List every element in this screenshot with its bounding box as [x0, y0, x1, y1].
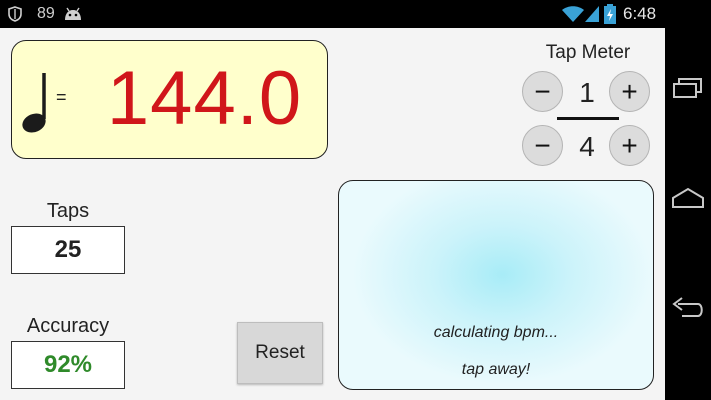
home-button[interactable]: [665, 170, 711, 230]
meter-denominator: 4: [579, 131, 595, 162]
tap-hint-text: tap away!: [461, 361, 531, 378]
navigation-bar: [665, 28, 711, 400]
back-icon: [670, 296, 706, 325]
minus-icon: −: [534, 129, 551, 161]
plus-icon: +: [621, 75, 638, 107]
numerator-plus-button[interactable]: +: [609, 71, 650, 112]
recent-apps-button[interactable]: [665, 60, 711, 120]
clock: 6:48: [623, 4, 657, 23]
accuracy-value: 92%: [11, 341, 125, 389]
notification-count: 89: [37, 5, 55, 22]
denominator-plus-button[interactable]: +: [609, 125, 650, 166]
equals-sign: =: [56, 87, 67, 107]
tempo-panel: = 144.0: [11, 40, 328, 159]
android-icon: [62, 0, 84, 28]
wifi-icon: [561, 0, 585, 28]
taps-label: Taps: [46, 200, 90, 222]
tap-status-text: calculating bpm...: [433, 324, 559, 341]
minus-icon: −: [534, 75, 551, 107]
taps-value: 25: [11, 226, 125, 274]
signal-icon: [584, 0, 600, 28]
bpm-value: 144.0: [106, 56, 303, 141]
reset-button[interactable]: Reset: [237, 322, 323, 384]
accuracy-label: Accuracy: [26, 315, 110, 337]
home-icon: [671, 187, 705, 214]
meter-numerator: 1: [579, 77, 595, 108]
app-content: = 144.0 Tap Meter − 1 + − 4 + Taps 25 Ac…: [0, 28, 665, 400]
tap-area[interactable]: calculating bpm... tap away!: [338, 180, 654, 390]
tap-meter-label: Tap Meter: [545, 42, 631, 63]
battery-charging-icon: [604, 0, 616, 28]
plus-icon: +: [621, 129, 638, 161]
shield-icon: [8, 0, 22, 28]
quarter-note-icon: [20, 71, 58, 140]
recent-apps-icon: [671, 77, 705, 104]
meter-divider: [557, 117, 619, 120]
back-button[interactable]: [665, 280, 711, 340]
numerator-minus-button[interactable]: −: [522, 71, 563, 112]
status-bar: 89 6:48: [0, 0, 711, 28]
denominator-minus-button[interactable]: −: [522, 125, 563, 166]
